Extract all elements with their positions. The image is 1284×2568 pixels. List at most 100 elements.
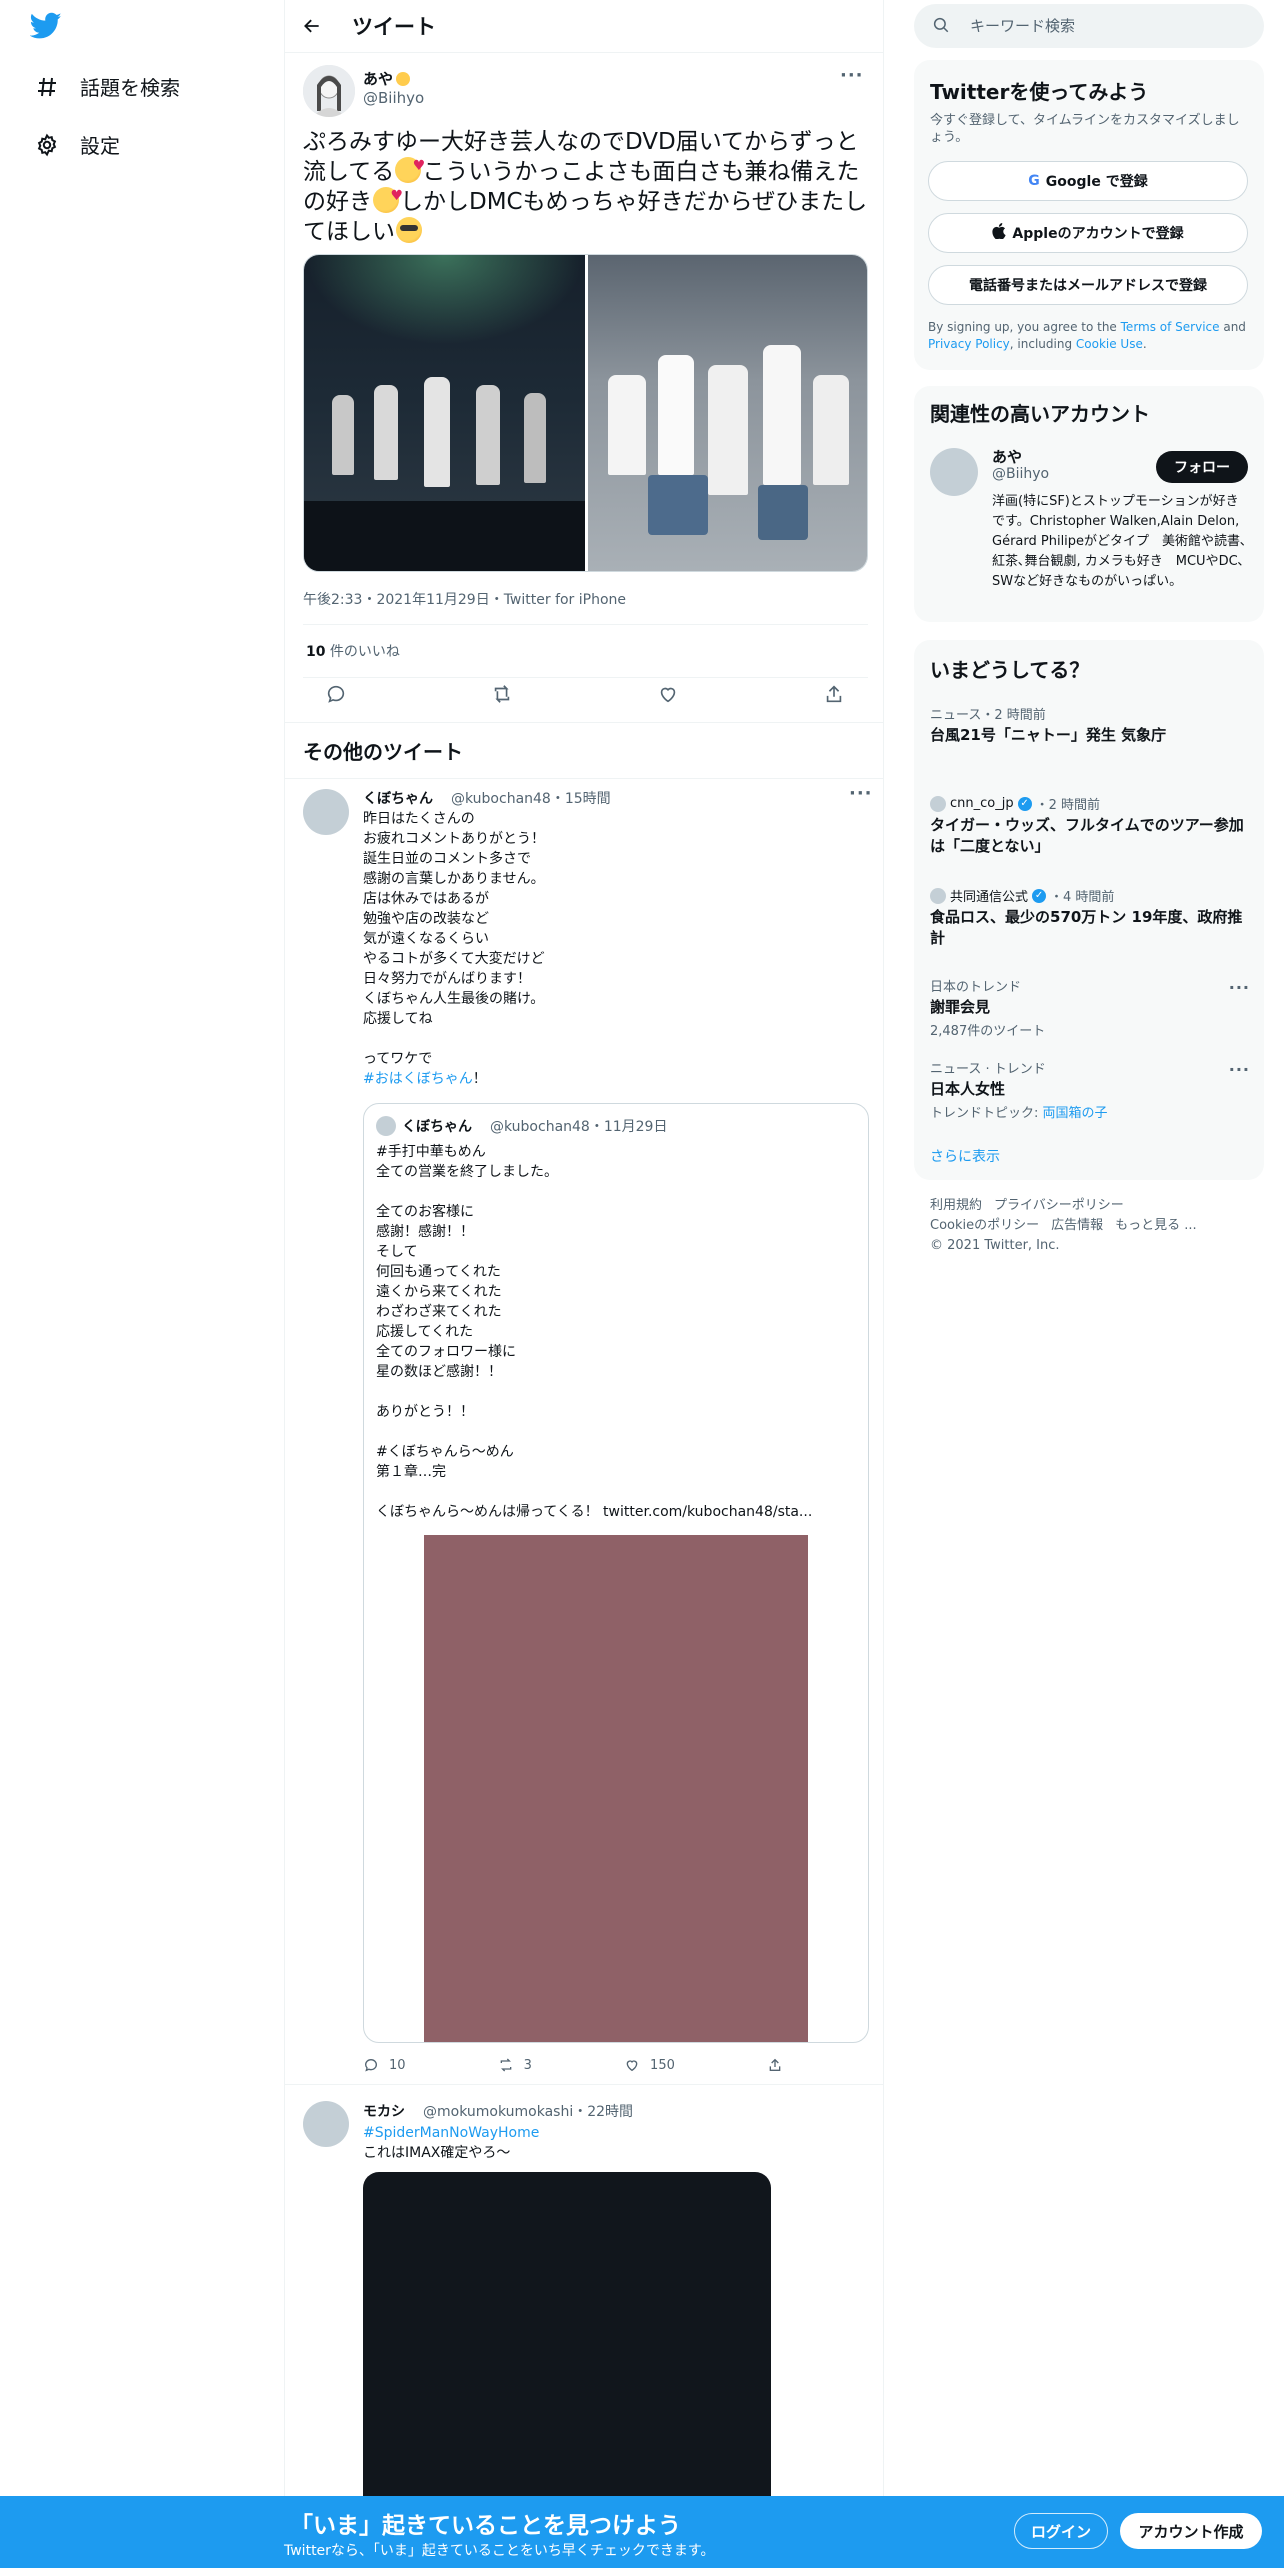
phone-email-signup-button[interactable]: 電話番号またはメールアドレスで登録 (928, 265, 1248, 305)
google-logo-icon: G (1028, 173, 1040, 189)
trend-item[interactable]: ニュース・2 時間前 台風21号「ニャトー」発生 気象庁 (930, 704, 1250, 746)
retweet-icon[interactable] (491, 683, 513, 705)
share-icon[interactable] (823, 683, 845, 705)
tweet-text-body: 昨日はたくさんの お疲れコメントありがとう！ 誕生日並のコメント多さで 感謝の言… (363, 811, 545, 1067)
trends-card: いまどうしてる？ ニュース・2 時間前 台風21号「ニャトー」発生 気象庁 cn… (914, 640, 1264, 1180)
tweet-timestamp[interactable]: 午後2:33・2021年11月29日・Twitter for iPhone (303, 589, 626, 609)
copyright: © 2021 Twitter, Inc. (930, 1238, 1060, 1253)
trend-topic-link[interactable]: 両国箱の子 (1043, 1106, 1108, 1121)
terms-text: By signing up, you agree to the (928, 320, 1121, 334)
like-count: 150 (650, 2057, 675, 2073)
tweet-text: #SpiderManNoWayHome これはIMAX確定やろ〜 (363, 2123, 863, 2163)
likes-label: 件のいいね (325, 644, 400, 660)
quoted-tweet[interactable]: くぼちゃん @kubochan48・11月29日 #手打中華もめん 全ての営業を終… (363, 1103, 869, 2043)
cookie-use-link[interactable]: Cookie Use (1076, 337, 1143, 351)
timeline-tweet[interactable]: モカシ @mokumokumokashi・22時間 #SpiderManNoWay… (285, 2084, 883, 2512)
main-column: ツイート あや @Biihyo ··· ぷろみすゆー大好き芸人なのでDVD届いて… (284, 0, 884, 2568)
tweet-author-handle[interactable]: @kubochan48・15時間 (451, 791, 611, 807)
related-account-handle[interactable]: @Biihyo (992, 466, 1049, 482)
trend-item[interactable]: ニュース · トレンド 日本人女性 トレンドトピック: 両国箱の子 (930, 1058, 1250, 1121)
bottom-signup-bar: 「いま」起きていることを見つけよう Twitterなら、「いま」起きていることを… (0, 2496, 1284, 2568)
footer-cookie-link[interactable]: Cookieのポリシー (930, 1218, 1039, 1233)
trend-item[interactable]: 共同通信公式 ✓ ・4 時間前 食品ロス、最少の570万トン 19年度、政府推計 (930, 886, 1250, 949)
apple-signup-button[interactable]: Appleのアカウントで登録 (928, 213, 1248, 253)
author-handle[interactable]: @Biihyo (363, 89, 424, 107)
top-bar: ツイート (285, 0, 883, 53)
like-button[interactable]: 150 (624, 2057, 675, 2073)
signup-card-title: Twitterを使ってみよう (930, 80, 1149, 104)
share-icon (769, 2058, 781, 2071)
hashtag-link[interactable]: #おはくぼちゃん (363, 1071, 473, 1087)
search-bar[interactable] (914, 4, 1264, 48)
show-more-link[interactable]: さらに表示 (930, 1146, 1000, 1166)
more-options-icon[interactable]: ··· (849, 783, 873, 804)
relieved-face-icon (396, 217, 422, 243)
trend-title: 謝罪会見 (930, 998, 991, 1016)
avatar[interactable] (930, 448, 978, 496)
nav-item-settings[interactable]: 設定 (34, 130, 120, 159)
related-account-name[interactable]: あや (992, 446, 1022, 467)
divider (303, 677, 868, 678)
trend-context: ニュース · トレンド (930, 1062, 1046, 1077)
bottom-bar-subtext: Twitterなら、「いま」起きていることをいち早くチェックできます。 (284, 2543, 715, 2559)
back-arrow-icon[interactable] (300, 14, 324, 38)
tweet-author-name[interactable]: モカシ (363, 2104, 405, 2120)
footer-ads-link[interactable]: 広告情報 (1051, 1218, 1103, 1233)
share-button[interactable] (767, 2057, 793, 2073)
more-options-icon[interactable]: ··· (840, 65, 864, 86)
follow-button[interactable]: フォロー (1156, 451, 1248, 483)
signup-card-subtitle: 今すぐ登録して、タイムラインをカスタマイズしましょう。 (930, 113, 1240, 145)
hashtag-icon (34, 74, 60, 100)
reply-button[interactable]: 10 (363, 2057, 406, 2073)
trend-more-options-icon[interactable]: ··· (1229, 1060, 1250, 1079)
avatar[interactable] (303, 789, 349, 835)
retweet-count: 3 (523, 2057, 532, 2073)
tweet-header: くぼちゃん @kubochan48・15時間 (363, 788, 611, 808)
quoted-tweet-image[interactable] (424, 1535, 808, 2042)
create-account-button[interactable]: アカウント作成 (1120, 2513, 1262, 2549)
retweet-button[interactable]: 3 (498, 2057, 532, 2073)
gear-icon (34, 132, 60, 158)
twitter-logo-icon[interactable] (29, 12, 66, 48)
tweet-author-name[interactable]: くぼちゃん (363, 791, 433, 807)
avatar[interactable] (376, 1116, 396, 1136)
tweet-text: 昨日はたくさんの お疲れコメントありがとう！ 誕生日並のコメント多さで 感謝の言… (363, 809, 863, 1089)
tweet-photo-stage-dancers[interactable] (304, 255, 585, 571)
footer-privacy-link[interactable]: プライバシーポリシー (994, 1198, 1124, 1213)
avatar (930, 795, 946, 812)
footer-more-link[interactable]: もっと見る ... (1115, 1218, 1197, 1233)
button-label: Appleのアカウントで登録 (1012, 226, 1184, 242)
tweet-action-bar (325, 683, 845, 705)
timeline-tweet[interactable]: くぼちゃん @kubochan48・15時間 ··· 昨日はたくさんの お疲れコメ… (285, 778, 883, 2084)
nav-item-explore[interactable]: 話題を検索 (34, 72, 180, 101)
reply-icon[interactable] (325, 683, 347, 705)
tweet-author-handle[interactable]: @mokumokumokashi・22時間 (423, 2104, 633, 2120)
tweet-video[interactable] (363, 2172, 771, 2512)
trend-item[interactable]: 日本のトレンド 謝罪会見 2,487件のツイート (930, 976, 1250, 1039)
hashtag-link[interactable]: #SpiderManNoWayHome (363, 2125, 539, 2141)
author-name[interactable]: あや (363, 68, 411, 89)
likes-number: 10 (306, 644, 326, 660)
likes-count[interactable]: 10 件のいいね (306, 641, 400, 661)
related-account-bio: 洋画(特にSF)とストップモーションが好きです。Christopher Walk… (992, 494, 1247, 589)
trend-item[interactable]: cnn_co_jp ✓ ・2 時間前 タイガー・ウッズ、フルタイムでのツアー参加は「… (930, 794, 1250, 857)
author-avatar[interactable] (303, 65, 355, 117)
trend-more-options-icon[interactable]: ··· (1229, 978, 1250, 997)
tweet-text: ぷろみすゆー大好き芸人なのでDVD届いてからずっと流してるこういうかっこよさも面… (303, 127, 868, 247)
related-accounts-card: 関連性の高いアカウント あや @Biihyo フォロー 洋画(特にSF)とストッ… (914, 386, 1264, 622)
avatar (930, 887, 946, 904)
quoted-tweet-header: くぼちゃん @kubochan48・11月29日 (402, 1116, 667, 1136)
retweet-icon (500, 2058, 511, 2072)
search-input[interactable] (970, 17, 1230, 35)
like-heart-icon[interactable] (657, 683, 679, 705)
footer-terms-link[interactable]: 利用規約 (930, 1198, 982, 1213)
avatar[interactable] (303, 2101, 349, 2147)
button-label: Google で登録 (1045, 174, 1148, 190)
tweet-photo-group-performers[interactable] (588, 255, 867, 571)
button-label: 電話番号またはメールアドレスで登録 (969, 278, 1207, 294)
terms-of-service-link[interactable]: Terms of Service (1121, 320, 1220, 334)
google-signup-button[interactable]: G Google で登録 (928, 161, 1248, 201)
tweet-action-bar: 10 3 150 (363, 2057, 793, 2073)
login-button[interactable]: ログイン (1014, 2513, 1108, 2549)
privacy-policy-link[interactable]: Privacy Policy (928, 337, 1010, 351)
